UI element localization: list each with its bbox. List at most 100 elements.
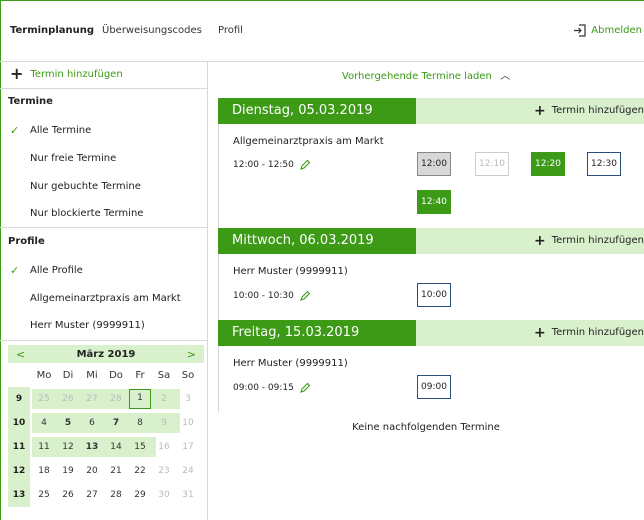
calendar-weekday-row: Mo Di Mi Do Fr Sa So (8, 363, 204, 387)
calendar-day[interactable]: 8 (129, 413, 151, 433)
calendar-day[interactable]: 6 (81, 413, 103, 433)
calendar-day[interactable]: 14 (105, 437, 127, 457)
day-header: Mittwoch, 06.03.2019 + Termin hinzufügen (218, 228, 644, 254)
calendar-day[interactable]: 15 (129, 437, 151, 457)
time-slot[interactable]: 12:30 (587, 152, 621, 176)
week-number: 13 (8, 483, 30, 507)
pencil-icon[interactable] (299, 290, 311, 302)
time-slot[interactable]: 09:00 (417, 375, 451, 399)
filter-freie-termine[interactable]: Nur freie Termine (30, 153, 116, 164)
calendar-day[interactable]: 26 (57, 485, 79, 505)
day-add-appointment-button[interactable]: + Termin hinzufügen (533, 324, 644, 341)
day-card: Freitag, 15.03.2019 + Termin hinzufügen … (218, 320, 644, 412)
calendar-day[interactable]: 3 (177, 389, 199, 409)
filter-alle-termine[interactable]: Alle Termine (30, 125, 91, 136)
nav-terminplanung[interactable]: Terminplanung (10, 25, 94, 36)
filter-herr-muster[interactable]: Herr Muster (9999911) (30, 320, 145, 331)
sidebar-add-appointment-button[interactable]: + Termin hinzufügen (10, 66, 123, 82)
day-add-appointment-button[interactable]: + Termin hinzufügen (533, 102, 644, 119)
logout-icon (574, 24, 586, 37)
calendar-month-title: März 2019 (76, 349, 136, 360)
divider (0, 227, 208, 228)
week-number: 10 (8, 411, 30, 435)
plus-icon: + (533, 324, 546, 341)
calendar-day[interactable]: 18 (33, 461, 55, 481)
calendar-day[interactable]: 10 (177, 413, 199, 433)
appointment-time-label: 12:00 - 12:50 (233, 160, 294, 170)
calendar-day[interactable]: 27 (81, 485, 103, 505)
calendar-day[interactable]: 25 (33, 389, 55, 409)
time-slot[interactable]: 12:10 (475, 152, 509, 176)
calendar-week-row: 12 18 19 20 21 22 23 24 (8, 459, 204, 483)
calendar-day[interactable]: 19 (57, 461, 79, 481)
checkmark-icon: ✓ (10, 264, 20, 277)
day-body: Allgemeinarztpraxis am Markt 12:00 - 12:… (218, 124, 644, 228)
time-slot[interactable]: 12:20 (531, 152, 565, 176)
day-add-appointment-button[interactable]: + Termin hinzufügen (533, 232, 644, 249)
calendar-day[interactable]: 9 (153, 413, 175, 433)
day-date: Freitag, 15.03.2019 (218, 320, 416, 346)
calendar-day[interactable]: 22 (129, 461, 151, 481)
nav-profil[interactable]: Profil (218, 25, 243, 36)
filter-gebuchte-termine[interactable]: Nur gebuchte Termine (30, 181, 141, 192)
day-add-appointment-label: Termin hinzufügen (551, 327, 644, 338)
main-content: Vorhergehende Termine laden ︿ Dienstag, … (208, 62, 644, 520)
calendar-next-button[interactable]: > (187, 348, 196, 361)
appointment-time-label: 10:00 - 10:30 (233, 291, 294, 301)
logout-button[interactable]: Abmelden (573, 24, 642, 37)
weekday-label: Mo (36, 370, 52, 381)
calendar-week-row: 9 25 26 27 28 1 2 3 (8, 387, 204, 411)
calendar-day[interactable]: 23 (153, 461, 175, 481)
time-slot[interactable]: 10:00 (417, 283, 451, 307)
calendar-day[interactable]: 12 (57, 437, 79, 457)
calendar-day[interactable]: 28 (105, 389, 127, 409)
week-number: 11 (8, 435, 30, 459)
time-slot[interactable]: 12:00 (417, 152, 451, 176)
calendar-day[interactable]: 11 (33, 437, 55, 457)
day-header: Dienstag, 05.03.2019 + Termin hinzufügen (218, 98, 644, 124)
calendar-day[interactable]: 29 (129, 485, 151, 505)
day-date: Mittwoch, 06.03.2019 (218, 228, 416, 254)
calendar-day[interactable]: 31 (177, 485, 199, 505)
calendar-day[interactable]: 4 (33, 413, 55, 433)
weekday-label: Do (109, 370, 123, 381)
filter-blockierte-termine[interactable]: Nur blockierte Termine (30, 208, 143, 219)
day-add-appointment-label: Termin hinzufügen (551, 235, 644, 246)
filter-allgemeinarztpraxis[interactable]: Allgemeinarztpraxis am Markt (30, 293, 181, 304)
load-previous-button[interactable]: Vorhergehende Termine laden ︿ (208, 67, 644, 82)
nav-ueberweisungscodes[interactable]: Überweisungscodes (102, 25, 202, 36)
time-slot[interactable]: 12:40 (417, 190, 451, 214)
calendar-day[interactable]: 16 (153, 437, 175, 457)
calendar-day[interactable]: 27 (81, 389, 103, 409)
plus-icon: + (10, 64, 24, 83)
appointment-time-label: 09:00 - 09:15 (233, 383, 294, 393)
weekday-label: So (181, 370, 195, 381)
calendar-day[interactable]: 21 (105, 461, 127, 481)
calendar-day[interactable]: 5 (57, 413, 79, 433)
calendar-day[interactable]: 28 (105, 485, 127, 505)
sidebar: + Termin hinzufügen Termine ✓ Alle Termi… (0, 62, 208, 520)
calendar-day[interactable]: 7 (105, 413, 127, 433)
weekday-label: Mi (86, 370, 98, 381)
calendar-day[interactable]: 25 (33, 485, 55, 505)
calendar-week-row: 10 4 5 6 7 8 9 10 (8, 411, 204, 435)
appointment-time: 09:00 - 09:15 (233, 382, 311, 394)
calendar-day[interactable]: 13 (81, 437, 103, 457)
calendar-day[interactable]: 24 (177, 461, 199, 481)
pencil-icon[interactable] (299, 159, 311, 171)
calendar-day[interactable]: 2 (153, 389, 175, 409)
calendar-week-row: 13 25 26 27 28 29 30 31 (8, 483, 204, 507)
calendar-day[interactable]: 30 (153, 485, 175, 505)
filter-alle-profile[interactable]: Alle Profile (30, 265, 83, 276)
no-next-appointments-text: Keine nachfolgenden Termine (352, 422, 500, 433)
week-number: 12 (8, 459, 30, 483)
plus-icon: + (533, 232, 546, 249)
calendar-day[interactable]: 20 (81, 461, 103, 481)
appointment-title: Allgemeinarztpraxis am Markt (233, 136, 384, 147)
calendar-day-today[interactable]: 1 (129, 389, 151, 409)
calendar-day[interactable]: 17 (177, 437, 199, 457)
calendar-day[interactable]: 26 (57, 389, 79, 409)
divider (0, 340, 208, 341)
pencil-icon[interactable] (299, 382, 311, 394)
plus-icon: + (533, 102, 546, 119)
